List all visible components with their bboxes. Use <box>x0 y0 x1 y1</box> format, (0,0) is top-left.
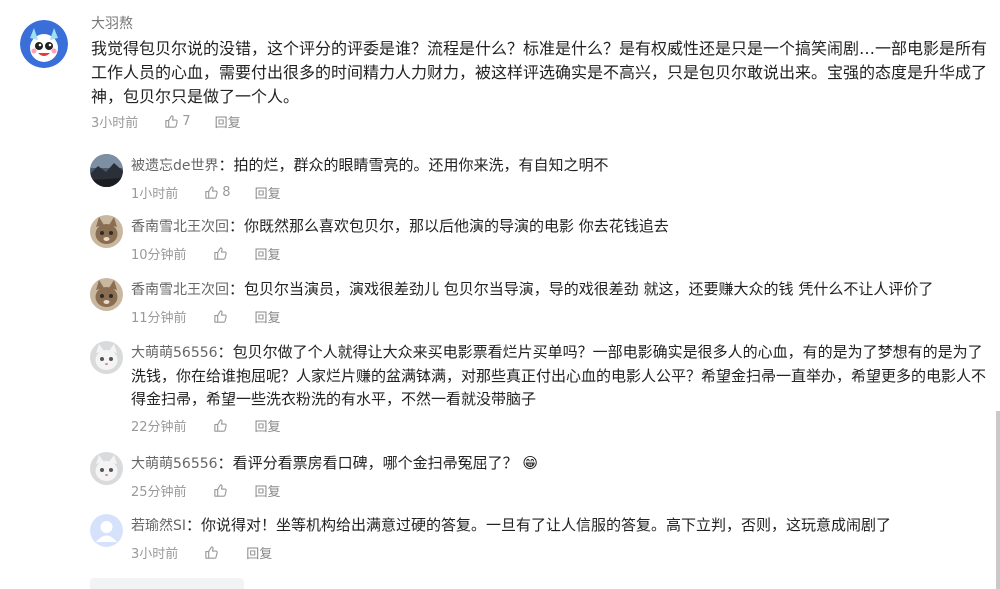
reply-text: 看评分看票房看口碑，哪个金扫帚冤屈了？ <box>232 454 518 472</box>
avatar[interactable] <box>90 154 123 187</box>
like-count: 8 <box>222 184 231 200</box>
thumbs-up-icon <box>164 114 179 129</box>
like-button[interactable] <box>213 246 231 261</box>
comment-author[interactable]: 大羽熬 <box>91 14 996 34</box>
like-count: 7 <box>182 113 191 129</box>
reply-button[interactable]: 回复 <box>255 481 281 500</box>
like-button[interactable] <box>213 483 231 498</box>
reply-line: 香南雪北王次回：你既然那么喜欢包贝尔，那以后他演的导演的电影 你去花钱追去 <box>131 215 993 239</box>
thumbs-up-icon <box>213 246 228 261</box>
reply-line: 大萌萌56556：看评分看票房看口碑，哪个金扫帚冤屈了？ 😁 <box>131 452 993 476</box>
reply-separator: ： <box>217 454 233 472</box>
reply-author[interactable]: 香南雪北王次回 <box>131 282 229 298</box>
reply-line: 被遗忘de世界：拍的烂，群众的眼睛雪亮的。还用你来洗，有自知之明不 <box>131 154 993 178</box>
avatar[interactable] <box>90 341 123 374</box>
scrollbar[interactable] <box>996 411 1000 589</box>
reply-text: 拍的烂，群众的眼睛雪亮的。还用你来洗，有自知之明不 <box>233 156 609 174</box>
thumbs-up-icon <box>213 418 228 433</box>
avatar-cat-icon <box>90 215 123 248</box>
reply-time: 11分钟前 <box>131 310 187 326</box>
reply-time: 22分钟前 <box>131 419 187 435</box>
avatar-icon <box>20 20 68 68</box>
reply-time: 1小时前 <box>131 186 179 202</box>
thumbs-up-icon <box>213 483 228 498</box>
default-user-icon <box>90 514 123 547</box>
reply-author[interactable]: 大萌萌56556 <box>131 345 218 361</box>
avatar-landscape-icon <box>90 154 123 187</box>
reply-author[interactable]: 被遗忘de世界 <box>131 158 219 174</box>
avatar-white-cat-icon <box>90 452 123 485</box>
reply-text: 包贝尔当演员，演戏很差劲儿 包贝尔当导演，导的戏很差劲 就这，还要赚大众的钱 凭… <box>244 280 934 298</box>
avatar[interactable] <box>20 20 68 68</box>
thumbs-up-icon <box>204 185 219 200</box>
reply-meta: 1小时前 8 回复 <box>131 182 993 202</box>
reply-separator: ： <box>186 516 202 534</box>
reply-author[interactable]: 大萌萌56556 <box>131 456 218 472</box>
reply-button[interactable]: 回复 <box>255 416 281 435</box>
reply-button[interactable]: 回复 <box>255 244 281 263</box>
reply-text: 包贝尔做了个人就得让大众来买电影票看烂片买单吗？一部电影确实是很多人的心血，有的… <box>131 343 987 408</box>
load-more-box[interactable] <box>90 578 244 589</box>
reply-separator: ： <box>229 217 245 235</box>
reply-line: 香南雪北王次回：包贝尔当演员，演戏很差劲儿 包贝尔当导演，导的戏很差劲 就这，还… <box>131 278 993 302</box>
comment-time: 3小时前 <box>91 115 139 131</box>
reply-meta: 22分钟前 回复 <box>131 415 993 435</box>
reply-line: 若瑜然SI：你说得对！坐等机构给出满意过硬的答复。一旦有了让人信服的答复。高下立… <box>131 514 993 538</box>
avatar[interactable] <box>90 452 123 485</box>
reply-line: 大萌萌56556：包贝尔做了个人就得让大众来买电影票看烂片买单吗？一部电影确实是… <box>131 341 993 411</box>
comment-text: 我觉得包贝尔说的没错，这个评分的评委是谁？流程是什么？标准是什么？是有权威性还是… <box>91 39 988 106</box>
reply-time: 10分钟前 <box>131 247 187 263</box>
reply-button[interactable]: 回复 <box>215 112 241 131</box>
like-button[interactable] <box>204 545 222 560</box>
reply-meta: 3小时前 回复 <box>131 542 993 562</box>
reply-separator: ： <box>217 343 233 361</box>
avatar[interactable] <box>90 215 123 248</box>
reply-time: 3小时前 <box>131 546 179 562</box>
thumbs-up-icon <box>204 545 219 560</box>
avatar[interactable] <box>90 278 123 311</box>
comment-meta: 3小时前 7 回复 <box>91 111 996 131</box>
reply-meta: 11分钟前 回复 <box>131 306 993 326</box>
reply-author[interactable]: 若瑜然SI <box>131 518 186 534</box>
like-button[interactable]: 7 <box>164 113 191 129</box>
like-button[interactable]: 8 <box>204 184 231 200</box>
grin-emoji-icon: 😁 <box>522 454 538 472</box>
reply-time: 25分钟前 <box>131 484 187 500</box>
reply-button[interactable]: 回复 <box>255 307 281 326</box>
reply-separator: ： <box>229 280 245 298</box>
avatar-cat-icon <box>90 278 123 311</box>
like-button[interactable] <box>213 418 231 433</box>
reply-button[interactable]: 回复 <box>246 543 272 562</box>
reply-button[interactable]: 回复 <box>255 183 281 202</box>
reply-text: 你说得对！坐等机构给出满意过硬的答复。一旦有了让人信服的答复。高下立判，否则，这… <box>201 516 892 534</box>
thumbs-up-icon <box>213 309 228 324</box>
reply-author[interactable]: 香南雪北王次回 <box>131 219 229 235</box>
avatar-white-cat-icon <box>90 341 123 374</box>
reply-meta: 25分钟前 回复 <box>131 480 993 500</box>
reply-separator: ： <box>218 156 234 174</box>
avatar[interactable] <box>90 514 123 547</box>
reply-meta: 10分钟前 回复 <box>131 243 993 263</box>
reply-text: 你既然那么喜欢包贝尔，那以后他演的导演的电影 你去花钱追去 <box>244 217 669 235</box>
like-button[interactable] <box>213 309 231 324</box>
